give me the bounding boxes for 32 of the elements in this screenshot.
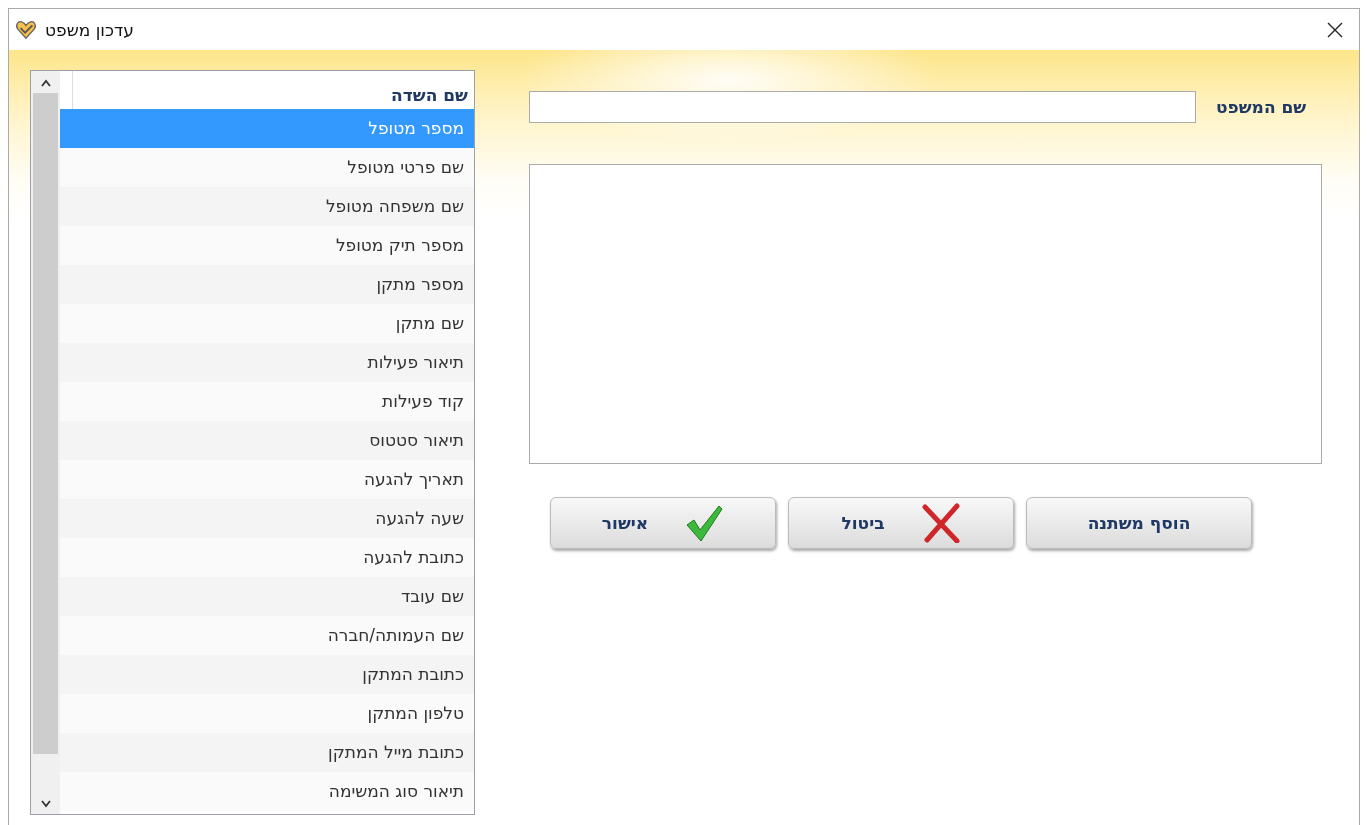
- field-label: שם המשפט: [1216, 97, 1307, 117]
- list-item[interactable]: שם פרטי מטופל: [60, 148, 474, 187]
- list-item[interactable]: כתובת המתקן: [60, 655, 474, 694]
- cancel-button[interactable]: ביטול: [788, 497, 1014, 549]
- scrollbar[interactable]: [31, 71, 60, 814]
- list-item[interactable]: שם מתקן: [60, 304, 474, 343]
- scroll-down-icon[interactable]: [39, 800, 52, 808]
- add-variable-button[interactable]: הוסף משתנה: [1026, 497, 1252, 549]
- list-item[interactable]: קוד פעילות: [60, 382, 474, 421]
- scroll-up-icon[interactable]: [39, 79, 52, 87]
- list-item[interactable]: כתובת להגעה: [60, 538, 474, 577]
- list-item[interactable]: טלפון המתקן: [60, 694, 474, 733]
- list-item[interactable]: כתובת מייל המתקן: [60, 733, 474, 772]
- column-header[interactable]: שם השדה: [391, 85, 468, 105]
- list-item[interactable]: תאריך להגעה: [60, 460, 474, 499]
- list-item[interactable]: תיאור פעילות: [60, 343, 474, 382]
- ok-button[interactable]: אישור: [550, 497, 776, 549]
- window-title: עדכון משפט: [45, 19, 134, 40]
- close-icon[interactable]: [1327, 21, 1343, 38]
- list-item[interactable]: תיאור סטטוס: [60, 421, 474, 460]
- list-item[interactable]: שם עובד: [60, 577, 474, 616]
- list-item[interactable]: שם משפחה מטופל: [60, 187, 474, 226]
- list-item[interactable]: שם העמותה/חברה: [60, 616, 474, 655]
- checkmark-icon: [684, 503, 725, 543]
- heart-logo-icon: [15, 19, 37, 40]
- list-item[interactable]: מספר מתקן: [60, 265, 474, 304]
- list-item[interactable]: תיאור סוג המשימה: [60, 772, 474, 811]
- sentence-name-field[interactable]: [529, 91, 1196, 123]
- list-item[interactable]: מספר תיק מטופל: [60, 226, 474, 265]
- scrollbar-thumb[interactable]: [33, 93, 58, 754]
- list-item[interactable]: שעה להגעה: [60, 499, 474, 538]
- x-mark-icon: [920, 503, 961, 543]
